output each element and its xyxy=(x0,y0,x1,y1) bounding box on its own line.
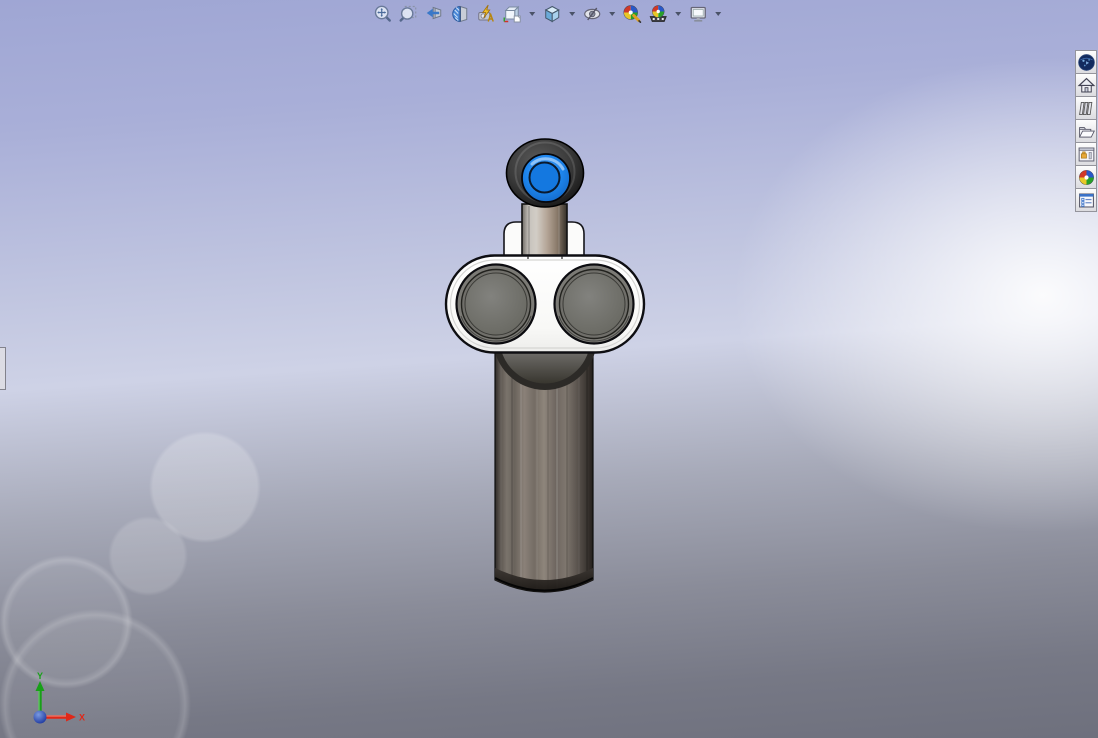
bore-left[interactable] xyxy=(455,263,537,345)
bore-right[interactable] xyxy=(553,263,635,345)
reference-triad: Y X xyxy=(33,671,85,724)
triad-origin-icon xyxy=(33,710,47,724)
model-canvas xyxy=(444,138,646,593)
triad-y-label: Y xyxy=(37,671,43,681)
triad-y-axis-icon xyxy=(35,681,45,691)
blue-cap[interactable] xyxy=(521,153,571,203)
triad-x-axis-icon xyxy=(66,712,76,722)
stem[interactable] xyxy=(521,203,568,261)
cad-viewport[interactable]: Y X xyxy=(0,0,1098,738)
triad-x-label: X xyxy=(79,713,85,723)
